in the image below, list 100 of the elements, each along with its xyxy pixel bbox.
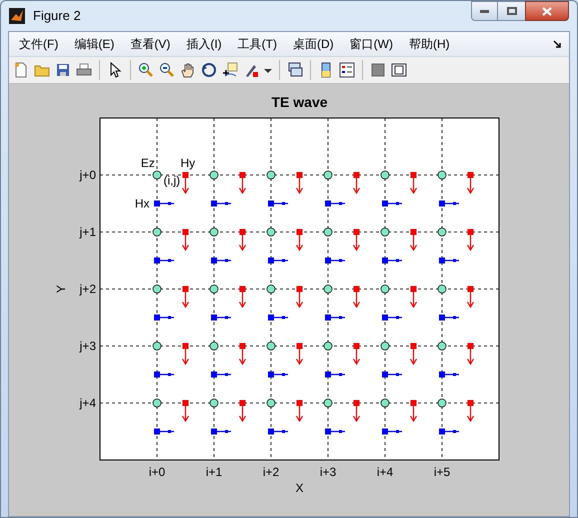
rotate-icon[interactable] bbox=[201, 62, 217, 78]
legend-icon[interactable] bbox=[339, 62, 355, 78]
hy-arrow bbox=[410, 343, 418, 366]
linked-plot-icon[interactable] bbox=[287, 62, 303, 78]
close-button[interactable] bbox=[525, 1, 569, 21]
hy-arrow bbox=[182, 286, 190, 308]
hy-arrow bbox=[182, 400, 190, 422]
hy-arrow bbox=[238, 400, 246, 422]
hy-arrow bbox=[352, 229, 360, 252]
annotation-label: Hx bbox=[134, 196, 150, 210]
hy-arrow bbox=[296, 286, 304, 308]
hy-arrow bbox=[466, 172, 474, 194]
hx-arrow bbox=[211, 258, 231, 264]
hx-arrow bbox=[211, 200, 231, 206]
hx-arrow bbox=[439, 314, 459, 320]
hx-arrow bbox=[325, 372, 345, 378]
x-tick-label: i+0 bbox=[148, 465, 166, 479]
hy-arrow bbox=[182, 229, 190, 252]
menu-item[interactable]: 帮助(H) bbox=[404, 35, 454, 53]
hy-arrow bbox=[182, 172, 190, 194]
hx-arrow bbox=[154, 258, 174, 264]
hx-arrow bbox=[382, 428, 402, 434]
x-axis-label: X bbox=[296, 481, 304, 495]
printer-icon[interactable] bbox=[76, 62, 92, 78]
hx-arrow bbox=[268, 200, 288, 206]
hy-arrow bbox=[410, 229, 418, 252]
hx-arrow bbox=[439, 428, 459, 434]
menu-item[interactable]: 插入(I) bbox=[182, 35, 226, 53]
annotation-label: (i,j) bbox=[163, 174, 180, 188]
hy-arrow bbox=[238, 172, 246, 194]
hy-arrow bbox=[182, 343, 190, 366]
minimize-button[interactable] bbox=[471, 1, 498, 21]
new-file-icon[interactable] bbox=[13, 62, 29, 78]
chart-title: TE wave bbox=[271, 94, 328, 110]
annotation-label: Hy bbox=[180, 156, 196, 170]
hx-arrow bbox=[382, 372, 402, 378]
y-tick-label: j+1 bbox=[80, 225, 96, 239]
hx-arrow bbox=[439, 372, 459, 378]
zoom-out-icon[interactable] bbox=[159, 62, 175, 78]
maximize-button[interactable] bbox=[498, 1, 525, 21]
plot-frame-icon[interactable] bbox=[391, 62, 407, 78]
menu-item[interactable]: 桌面(D) bbox=[288, 35, 338, 53]
hx-arrow bbox=[325, 258, 345, 264]
hy-arrow bbox=[410, 286, 418, 308]
hy-arrow bbox=[466, 286, 474, 308]
dock-arrow-icon[interactable] bbox=[553, 40, 561, 48]
hx-arrow bbox=[268, 428, 288, 434]
hy-arrow bbox=[352, 343, 360, 366]
hy-arrow bbox=[352, 400, 360, 422]
y-axis-label: Y bbox=[54, 285, 68, 293]
menu-item[interactable]: 窗口(W) bbox=[346, 35, 397, 53]
restore-icon bbox=[506, 7, 516, 15]
hx-arrow bbox=[382, 258, 402, 264]
close-icon bbox=[542, 6, 552, 16]
minimize-icon bbox=[480, 10, 489, 12]
hx-arrow bbox=[211, 314, 231, 320]
hy-arrow bbox=[466, 229, 474, 252]
hand-icon[interactable] bbox=[180, 62, 196, 78]
hy-arrow bbox=[238, 286, 246, 308]
hy-arrow bbox=[296, 343, 304, 366]
data-cursor-icon[interactable] bbox=[222, 62, 238, 78]
menu-item[interactable]: 工具(T) bbox=[234, 35, 281, 53]
x-tick-label: i+3 bbox=[320, 465, 336, 479]
x-tick-label: i+1 bbox=[206, 465, 222, 479]
hx-arrow bbox=[268, 372, 288, 378]
hy-arrow bbox=[296, 172, 304, 194]
y-tick-label: j+2 bbox=[80, 282, 96, 296]
hx-arrow bbox=[325, 314, 345, 320]
x-tick-label: i+4 bbox=[376, 465, 394, 479]
hx-arrow bbox=[325, 200, 345, 206]
hx-arrow bbox=[439, 258, 459, 264]
hy-arrow bbox=[466, 400, 474, 422]
hx-arrow bbox=[154, 314, 174, 320]
hx-arrow bbox=[382, 200, 402, 206]
zoom-in-icon[interactable] bbox=[138, 62, 154, 78]
square-icon[interactable] bbox=[370, 62, 386, 78]
hy-arrow bbox=[352, 172, 360, 194]
hx-arrow bbox=[382, 314, 402, 320]
menu-item[interactable]: 查看(V) bbox=[126, 35, 174, 53]
hy-arrow bbox=[296, 229, 304, 252]
menu-item[interactable]: 文件(F) bbox=[15, 35, 62, 53]
hy-arrow bbox=[352, 286, 360, 308]
hx-arrow bbox=[211, 372, 231, 378]
y-tick-label: j+0 bbox=[80, 168, 96, 182]
hx-arrow bbox=[325, 428, 345, 434]
y-tick-label: j+3 bbox=[80, 339, 96, 353]
hy-arrow bbox=[238, 229, 246, 252]
app-logo-icon bbox=[9, 8, 25, 24]
hx-arrow bbox=[211, 428, 231, 434]
hy-arrow bbox=[296, 400, 304, 422]
hy-arrow bbox=[466, 343, 474, 366]
hy-arrow bbox=[238, 343, 246, 366]
hx-arrow bbox=[268, 314, 288, 320]
x-tick-label: i+2 bbox=[262, 465, 280, 479]
window-title: Figure 2 bbox=[33, 7, 81, 26]
menu-item[interactable]: 编辑(E) bbox=[70, 35, 118, 53]
hx-arrow bbox=[154, 428, 174, 434]
hx-arrow bbox=[154, 200, 174, 206]
hx-arrow bbox=[439, 200, 459, 206]
brush-icon[interactable] bbox=[243, 62, 259, 78]
